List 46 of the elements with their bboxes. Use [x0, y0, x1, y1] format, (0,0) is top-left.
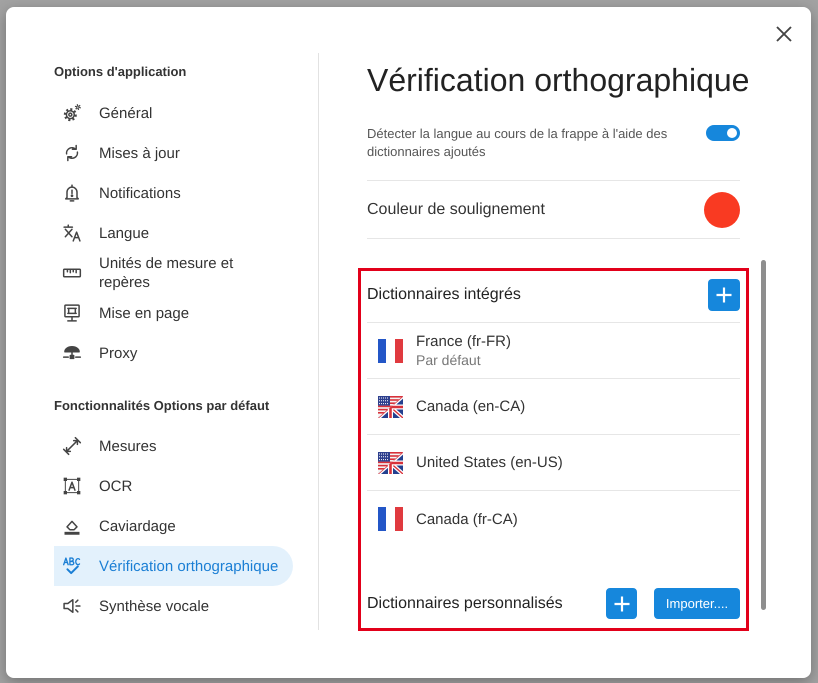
section-heading: Dictionnaires personnalisés: [367, 594, 564, 614]
import-button[interactable]: Importer....: [654, 588, 740, 619]
toggle-switch[interactable]: [706, 125, 740, 141]
scrollbar-thumb[interactable]: [761, 260, 766, 610]
sidebar-item[interactable]: Général: [54, 93, 293, 133]
text-frame-icon: [62, 476, 82, 496]
sidebar-item[interactable]: Langue: [54, 213, 293, 253]
dictionary-name: United States (en-US): [416, 453, 563, 472]
sidebar-item[interactable]: Mesures: [54, 426, 293, 466]
translate-icon: [62, 223, 82, 243]
default-label: Par défaut: [416, 351, 482, 369]
dictionary-name: Canada (fr-CA): [416, 510, 518, 528]
bell-icon: [62, 183, 82, 203]
section-heading: Fonctionnalités Options par défaut: [54, 397, 270, 415]
dictionary-name: Canada (en-CA): [416, 397, 526, 416]
color-swatch-icon[interactable]: [704, 192, 740, 228]
add-button[interactable]: [708, 279, 740, 311]
spellcheck-icon: [62, 556, 82, 576]
gears-icon: [62, 103, 82, 123]
sidebar-item[interactable]: Caviardage: [54, 506, 293, 546]
sidebar-item[interactable]: OCR: [54, 466, 293, 506]
section-heading: Options d'application: [54, 63, 188, 81]
measure-icon: [62, 436, 82, 456]
setting-label: Couleur de soulignement: [367, 200, 545, 220]
us-uk-flag-icon: [378, 452, 403, 474]
add-button[interactable]: [606, 588, 637, 619]
dictionary-name: France (fr-FR): [416, 332, 511, 351]
france-flag-icon: [378, 338, 403, 362]
us-uk-flag-icon: [378, 396, 403, 418]
france-flag-icon: [378, 507, 403, 531]
megaphone-icon: [62, 596, 82, 616]
close-button[interactable]: [776, 26, 792, 42]
monitor-icon: [62, 303, 82, 323]
sidebar-item[interactable]: Notifications: [54, 173, 293, 213]
sidebar-item[interactable]: Proxy: [54, 333, 293, 373]
section-heading: Dictionnaires intégrés: [367, 285, 521, 305]
setting-label: Détecter la langue au cours de la frappe à l'aide des dictionnaires ajoutés: [367, 125, 668, 161]
plus-icon: [716, 287, 732, 303]
sidebar-item[interactable]: Unités de mesure et repères: [54, 253, 293, 293]
close-icon: [776, 26, 792, 42]
sidebar-item[interactable]: Vérification orthographique: [54, 546, 293, 586]
plus-icon: [614, 596, 630, 612]
page-title: Vérification orthographique: [367, 62, 750, 98]
sidebar-item[interactable]: Synthèse vocale: [54, 586, 293, 626]
sidebar-item[interactable]: Mise en page: [54, 293, 293, 333]
sidebar-item[interactable]: Mises à jour: [54, 133, 293, 173]
